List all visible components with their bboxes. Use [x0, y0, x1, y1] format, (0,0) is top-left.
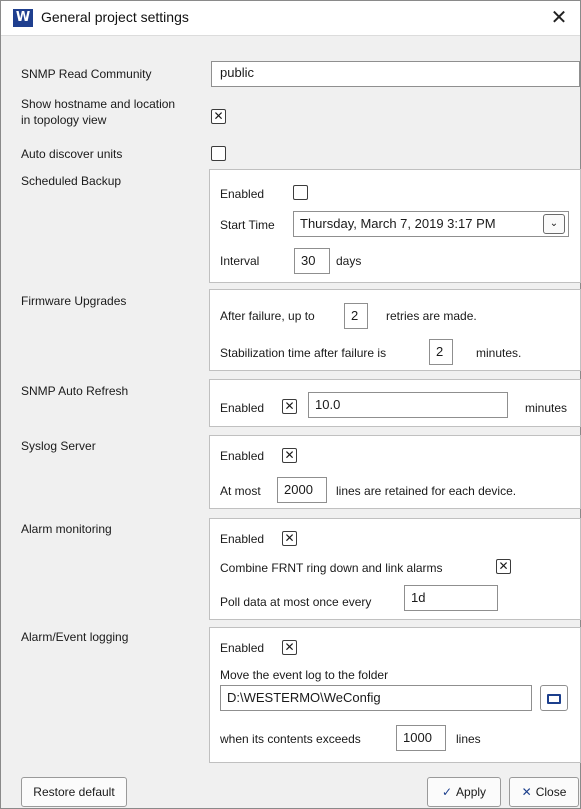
snmp-refresh-enabled-label: Enabled [220, 401, 265, 415]
chevron-down-icon[interactable]: ⌄ [543, 214, 565, 234]
retries-input[interactable]: 2 [344, 303, 368, 329]
close-icon: ✕ [521, 785, 532, 799]
poll-label: Poll data at most once every [220, 595, 372, 609]
start-time-picker[interactable]: Thursday, March 7, 2019 3:17 PM ⌄ [293, 211, 569, 237]
syslog-line-post: lines are retained for each device. [336, 484, 517, 498]
exceeds-post: lines [456, 732, 481, 746]
show-hostname-label-line1: Show hostname and location [21, 97, 176, 111]
snmp-refresh-checkbox[interactable]: ✕ [282, 399, 297, 414]
syslog-enabled-label: Enabled [220, 449, 265, 463]
alarm-monitoring-label: Alarm monitoring [21, 522, 112, 536]
interval-label: Interval [220, 254, 260, 268]
poll-input[interactable]: 1d [404, 585, 498, 611]
auto-discover-checkbox[interactable] [211, 146, 226, 161]
snmp-refresh-group: Enabled ✕ 10.0 minutes [209, 379, 581, 427]
stabilization-input[interactable]: 2 [429, 339, 453, 365]
move-folder-label: Move the event log to the folder [220, 668, 389, 682]
snmp-refresh-input[interactable]: 10.0 [308, 392, 508, 418]
dialog-title: General project settings [41, 9, 189, 25]
alarm-monitoring-group: Enabled ✕ Combine FRNT ring down and lin… [209, 518, 581, 620]
syslog-lines-input[interactable]: 2000 [277, 477, 327, 503]
restore-default-button[interactable]: Restore default [21, 777, 127, 807]
title-bar: W General project settings ✕ [1, 1, 580, 36]
firmware-line1-post: retries are made. [386, 309, 477, 323]
westermo-logo-icon: W [13, 9, 33, 27]
snmp-refresh-label: SNMP Auto Refresh [21, 384, 129, 398]
firmware-group: After failure, up to 2 retries are made.… [209, 289, 581, 371]
event-logging-group: Enabled ✕ Move the event log to the fold… [209, 627, 581, 763]
syslog-label: Syslog Server [21, 439, 96, 453]
scheduled-backup-label: Scheduled Backup [21, 174, 122, 188]
firmware-label: Firmware Upgrades [21, 294, 127, 308]
apply-button[interactable]: ✓ Apply [427, 777, 501, 807]
combine-label: Combine FRNT ring down and link alarms [220, 561, 443, 575]
alarm-enabled-checkbox[interactable]: ✕ [282, 531, 297, 546]
close-button[interactable]: ✕ Close [509, 777, 579, 807]
start-time-label: Start Time [220, 218, 275, 232]
show-hostname-checkbox[interactable]: ✕ [211, 109, 226, 124]
scheduled-backup-group: Enabled Start Time Thursday, March 7, 20… [209, 169, 581, 283]
backup-enabled-label: Enabled [220, 187, 265, 201]
snmp-read-label: SNMP Read Community [21, 67, 152, 81]
snmp-read-input[interactable]: public [211, 61, 580, 87]
combine-checkbox[interactable]: ✕ [496, 559, 511, 574]
backup-enabled-checkbox[interactable] [293, 185, 308, 200]
alarm-enabled-label: Enabled [220, 532, 265, 546]
event-logging-label: Alarm/Event logging [21, 630, 129, 644]
event-enabled-label: Enabled [220, 641, 265, 655]
show-hostname-label-line2: in topology view [21, 113, 107, 127]
check-icon: ✓ [441, 785, 453, 799]
folder-path-input[interactable]: D:\WESTERMO\WeConfig [220, 685, 532, 711]
firmware-line1-pre: After failure, up to [220, 309, 315, 323]
syslog-group: Enabled ✕ At most 2000 lines are retaine… [209, 435, 581, 509]
firmware-line2-post: minutes. [476, 346, 522, 360]
apply-label: Apply [456, 785, 487, 799]
folder-icon [547, 693, 561, 704]
event-enabled-checkbox[interactable]: ✕ [282, 640, 297, 655]
settings-dialog: W General project settings ✕ SNMP Read C… [0, 0, 581, 809]
close-icon[interactable]: ✕ [548, 6, 570, 28]
interval-unit: days [336, 254, 362, 268]
firmware-line2-pre: Stabilization time after failure is [220, 346, 387, 360]
close-label: Close [535, 785, 567, 799]
exceeds-pre: when its contents exceeds [220, 732, 361, 746]
auto-discover-label: Auto discover units [21, 147, 123, 161]
exceeds-input[interactable]: 1000 [396, 725, 446, 751]
syslog-checkbox[interactable]: ✕ [282, 448, 297, 463]
folder-browse-button[interactable] [540, 685, 568, 711]
interval-input[interactable]: 30 [294, 248, 330, 274]
syslog-line-pre: At most [220, 484, 261, 498]
snmp-refresh-unit: minutes [525, 401, 568, 415]
start-time-value: Thursday, March 7, 2019 3:17 PM [300, 216, 496, 231]
